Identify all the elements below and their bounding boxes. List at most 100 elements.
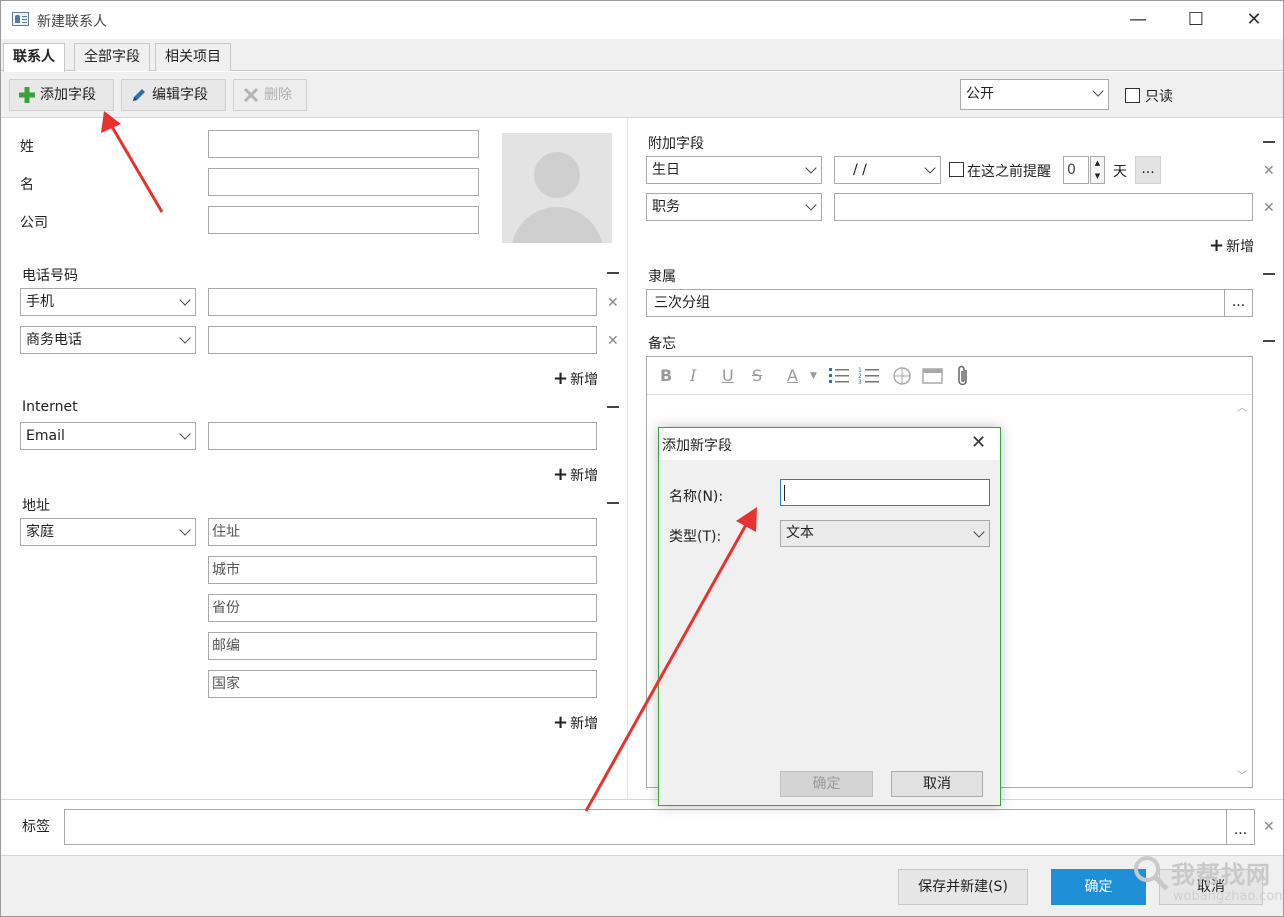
last-name-label: 姓 — [20, 139, 34, 155]
province-input[interactable]: 省份 — [208, 594, 597, 622]
tab-contact[interactable]: 联系人 — [3, 43, 65, 72]
remove-phone-2-icon[interactable]: ✕ — [607, 333, 619, 349]
first-name-input[interactable] — [208, 168, 479, 196]
watermark-url: wobangzhao.com — [1173, 889, 1284, 904]
add-internet-button[interactable]: + 新增 — [553, 464, 598, 485]
field-type-select[interactable]: 文本 — [780, 520, 990, 547]
remove-phone-1-icon[interactable]: ✕ — [607, 295, 619, 311]
tags-more-button[interactable]: ... — [1226, 809, 1255, 845]
delete-label: 删除 — [264, 87, 292, 103]
remind-checkbox[interactable] — [949, 162, 964, 177]
phone-section-title: 电话号码 — [22, 268, 78, 284]
group-more-button[interactable]: ... — [1224, 289, 1253, 317]
attachment-icon[interactable] — [956, 365, 970, 387]
bullet-list-icon[interactable] — [828, 366, 850, 386]
tags-label: 标签 — [22, 819, 50, 835]
visibility-select[interactable]: 公开 — [960, 79, 1109, 110]
phone-type-select-1[interactable]: 手机 — [20, 288, 196, 316]
dialog-cancel-button[interactable]: 取消 — [891, 771, 983, 797]
italic-button[interactable]: I — [690, 366, 696, 385]
internet-section-title: Internet — [22, 399, 78, 415]
insert-table-icon[interactable] — [922, 366, 944, 386]
arrow-to-add-field — [101, 111, 164, 213]
scroll-down-icon[interactable]: ﹀ — [1237, 767, 1247, 782]
numbered-list-icon[interactable]: 123 — [858, 366, 880, 386]
plus-icon: + — [1209, 235, 1225, 256]
insert-link-icon[interactable] — [892, 366, 914, 386]
clear-tags-icon[interactable]: ✕ — [1263, 819, 1275, 835]
chevron-down-icon — [179, 332, 191, 344]
plus-icon — [19, 87, 35, 103]
remind-days-input[interactable]: 0 — [1063, 156, 1089, 184]
bold-button[interactable]: B — [660, 366, 672, 385]
city-input[interactable]: 城市 — [208, 556, 597, 584]
address-section-title: 地址 — [22, 498, 50, 514]
reminder-more-button[interactable]: ... — [1135, 156, 1161, 184]
add-phone-button[interactable]: + 新增 — [553, 368, 598, 389]
collapse-phone-icon[interactable] — [607, 272, 619, 274]
save-and-new-button[interactable]: 保存并新建(S) — [898, 869, 1028, 905]
maximize-button[interactable]: ☐ — [1167, 1, 1225, 39]
toolbar: 添加字段 编辑字段 删除 公开 只读 — [1, 72, 1283, 118]
font-color-dropdown-icon[interactable]: ▼ — [810, 371, 817, 381]
field-name-input[interactable] — [780, 479, 990, 506]
minimize-button[interactable]: — — [1109, 1, 1167, 39]
company-input[interactable] — [208, 206, 479, 234]
collapse-group-icon[interactable] — [1263, 273, 1275, 275]
collapse-extra-icon[interactable] — [1263, 141, 1275, 143]
chevron-down-icon — [179, 294, 191, 306]
remind-days-spinner[interactable]: ▲ ▼ — [1090, 156, 1105, 184]
plus-icon: + — [553, 464, 569, 485]
phone-type-value: 商务电话 — [26, 332, 82, 348]
font-color-button[interactable]: A — [787, 366, 798, 385]
country-input[interactable]: 国家 — [208, 670, 597, 698]
address-type-select[interactable]: 家庭 — [20, 518, 196, 546]
add-extra-label: 新增 — [1226, 239, 1255, 255]
group-section-title: 隶属 — [648, 269, 676, 285]
add-address-button[interactable]: + 新增 — [553, 712, 598, 733]
dialog-ok-button[interactable]: 确定 — [780, 771, 873, 797]
underline-button[interactable]: U — [722, 366, 734, 385]
readonly-checkbox[interactable] — [1125, 88, 1140, 103]
last-name-input[interactable] — [208, 130, 479, 158]
email-input[interactable] — [208, 422, 597, 450]
zip-input[interactable]: 邮编 — [208, 632, 597, 660]
phone-type-select-2[interactable]: 商务电话 — [20, 326, 196, 354]
remove-birthday-icon[interactable]: ✕ — [1263, 163, 1275, 179]
address-type-value: 家庭 — [26, 524, 54, 540]
strikethrough-button[interactable]: S — [752, 366, 762, 385]
close-button[interactable]: ✕ — [1225, 1, 1283, 39]
add-field-label: 添加字段 — [40, 87, 96, 103]
watermark-logo: 我帮找网 wobangzhao.com — [1131, 849, 1284, 915]
remove-title-icon[interactable]: ✕ — [1263, 200, 1275, 216]
add-field-button[interactable]: 添加字段 — [9, 79, 114, 111]
extra-field-select-title[interactable]: 职务 — [646, 193, 822, 221]
add-phone-label: 新增 — [570, 372, 599, 388]
birthday-date-picker[interactable]: / / — [834, 156, 941, 184]
tab-all-fields[interactable]: 全部字段 — [74, 43, 150, 71]
add-extra-button[interactable]: + 新增 — [1209, 235, 1254, 256]
scroll-up-icon[interactable]: ︿ — [1237, 399, 1247, 414]
internet-type-select[interactable]: Email — [20, 422, 196, 450]
tab-related-items[interactable]: 相关项目 — [155, 43, 231, 71]
chevron-down-icon — [924, 162, 936, 174]
edit-field-button[interactable]: 编辑字段 — [121, 79, 226, 111]
extra-field-select-birthday[interactable]: 生日 — [646, 156, 822, 184]
contact-photo[interactable] — [502, 133, 612, 243]
phone-input-1[interactable] — [208, 288, 597, 316]
plus-icon: + — [553, 712, 569, 733]
dialog-close-icon[interactable]: ✕ — [971, 432, 986, 453]
chevron-down-icon — [805, 162, 817, 174]
memo-scrollbar[interactable]: ︿ ﹀ — [1232, 395, 1252, 787]
group-input[interactable]: 三次分组 — [646, 289, 1225, 317]
edit-field-label: 编辑字段 — [152, 87, 208, 103]
delete-button[interactable]: 删除 — [233, 79, 307, 111]
first-name-label: 名 — [20, 177, 34, 193]
phone-input-2[interactable] — [208, 326, 597, 354]
job-title-input[interactable] — [834, 193, 1253, 221]
collapse-address-icon[interactable] — [607, 502, 619, 504]
collapse-internet-icon[interactable] — [607, 406, 619, 408]
tags-input[interactable] — [64, 809, 1227, 845]
street-input[interactable]: 住址 — [208, 518, 597, 546]
collapse-memo-icon[interactable] — [1263, 340, 1275, 342]
